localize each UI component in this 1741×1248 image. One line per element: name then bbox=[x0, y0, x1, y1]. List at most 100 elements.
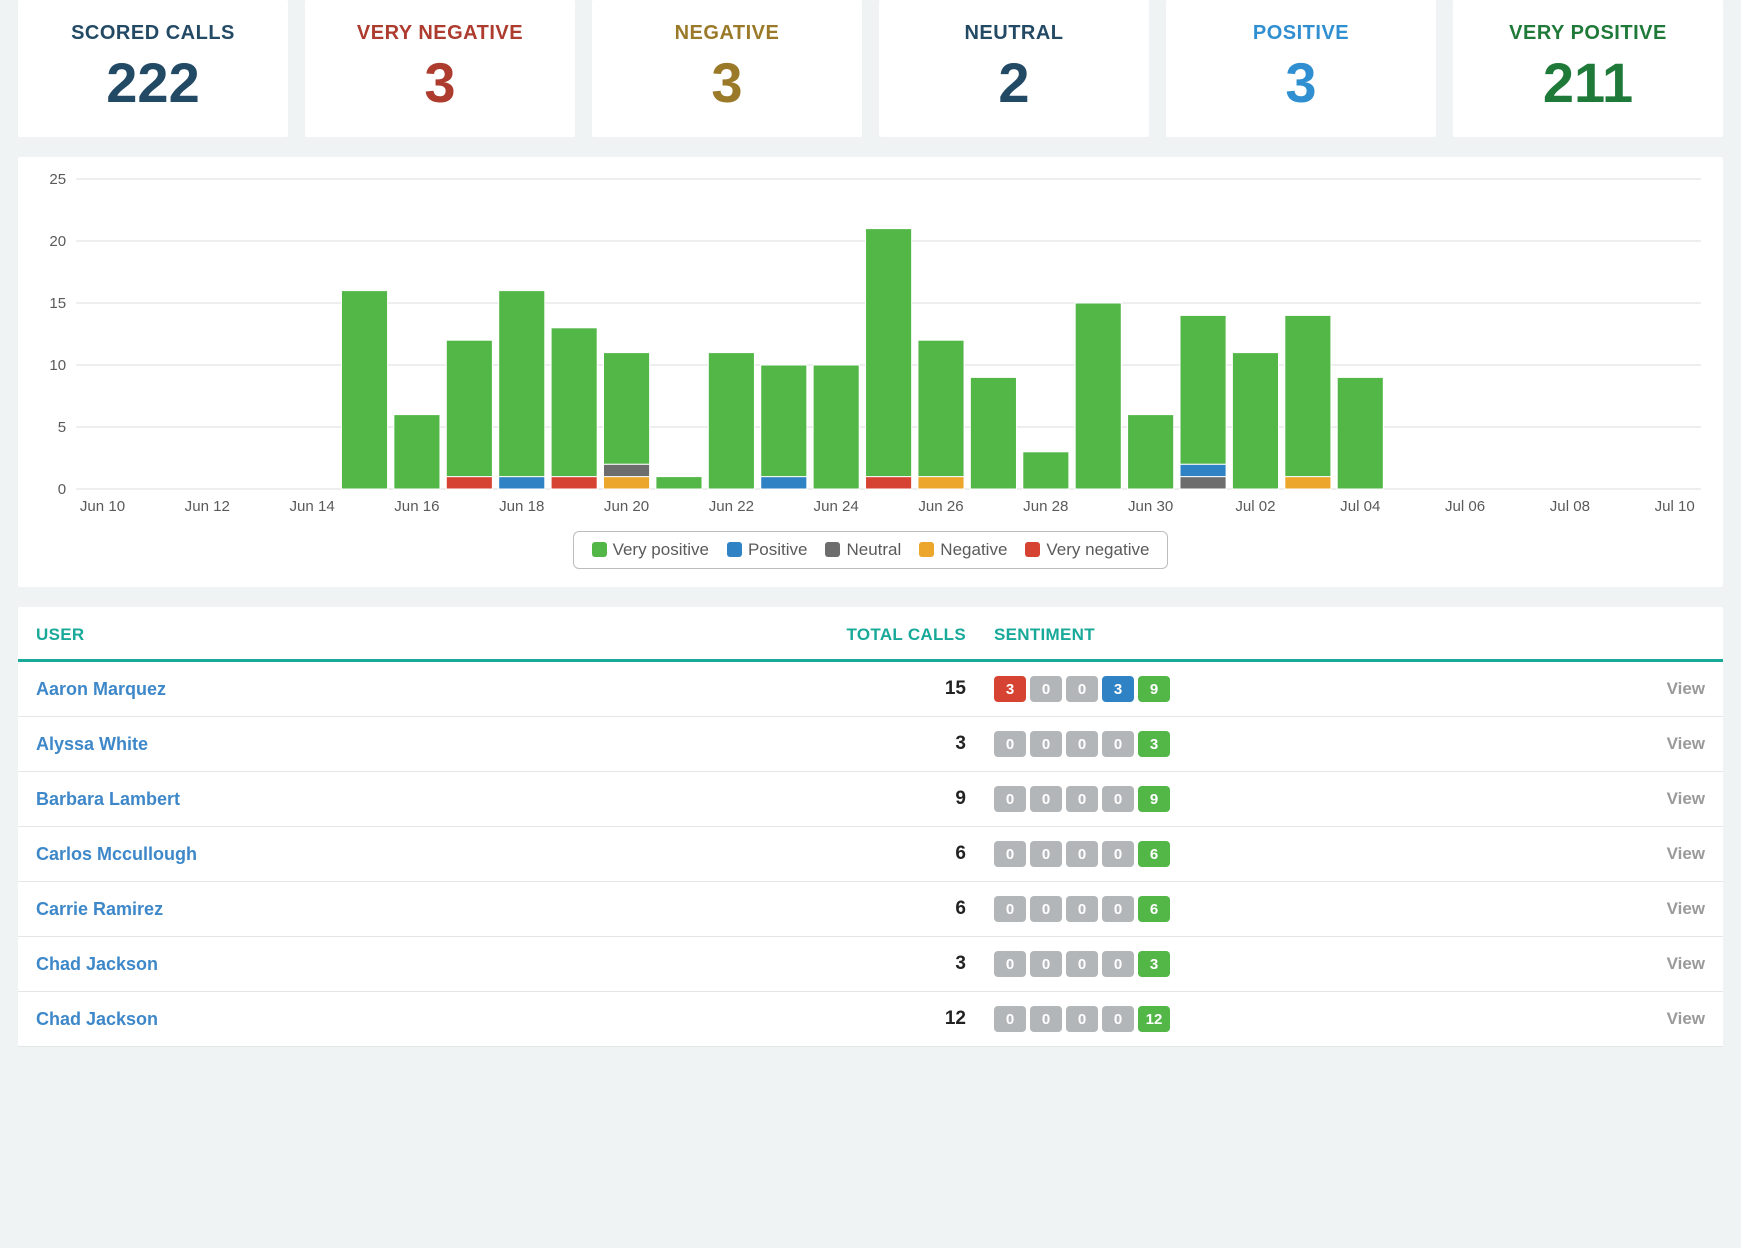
card-label: VERY POSITIVE bbox=[1463, 22, 1713, 45]
header-user[interactable]: USER bbox=[36, 625, 836, 645]
card-scored-calls: SCORED CALLS 222 bbox=[18, 0, 288, 137]
table-row: Carrie Ramirez600006View bbox=[18, 882, 1723, 937]
sentiment-badge-vp: 9 bbox=[1138, 676, 1170, 702]
svg-text:Jun 20: Jun 20 bbox=[604, 498, 649, 515]
table-row: Carlos Mccullough 600006View bbox=[18, 827, 1723, 882]
sentiment-badge-neu: 0 bbox=[1066, 896, 1098, 922]
svg-text:Jun 22: Jun 22 bbox=[709, 498, 754, 515]
cell-user: Aaron Marquez bbox=[36, 679, 836, 700]
sentiment-badge-vp: 3 bbox=[1138, 731, 1170, 757]
view-link[interactable]: View bbox=[1194, 1009, 1705, 1029]
legend-item-neutral[interactable]: Neutral bbox=[825, 540, 901, 560]
cell-total-calls: 9 bbox=[836, 788, 966, 810]
svg-text:5: 5 bbox=[58, 419, 66, 436]
card-value: 2 bbox=[889, 55, 1139, 111]
sentiment-badge-neu: 0 bbox=[1066, 731, 1098, 757]
svg-text:Jul 02: Jul 02 bbox=[1235, 498, 1275, 515]
user-link[interactable]: Carlos Mccullough bbox=[36, 844, 197, 864]
card-neutral: NEUTRAL 2 bbox=[879, 0, 1149, 137]
view-link[interactable]: View bbox=[1194, 679, 1705, 699]
cell-sentiment: 000012 bbox=[966, 1006, 1194, 1032]
sentiment-badge-pos: 0 bbox=[1102, 731, 1134, 757]
legend-swatch-icon bbox=[825, 542, 840, 557]
user-link[interactable]: Chad Jackson bbox=[36, 1009, 158, 1029]
sentiment-badge-pos: 3 bbox=[1102, 676, 1134, 702]
sentiment-badge-vp: 6 bbox=[1138, 841, 1170, 867]
sentiment-badge-pos: 0 bbox=[1102, 841, 1134, 867]
sentiment-badge-vn: 0 bbox=[994, 786, 1026, 812]
summary-cards: SCORED CALLS 222 VERY NEGATIVE 3 NEGATIV… bbox=[0, 0, 1741, 157]
cell-total-calls: 3 bbox=[836, 733, 966, 755]
view-link[interactable]: View bbox=[1194, 844, 1705, 864]
sentiment-badge-neu: 0 bbox=[1066, 1006, 1098, 1032]
user-link[interactable]: Alyssa White bbox=[36, 734, 148, 754]
user-link[interactable]: Barbara Lambert bbox=[36, 789, 180, 809]
cell-user: Barbara Lambert bbox=[36, 789, 836, 810]
sentiment-badge-neg: 0 bbox=[1030, 1006, 1062, 1032]
sentiment-badge-vn: 0 bbox=[994, 731, 1026, 757]
sentiment-badge-neu: 0 bbox=[1066, 951, 1098, 977]
svg-text:Jul 10: Jul 10 bbox=[1655, 498, 1695, 515]
cell-total-calls: 12 bbox=[836, 1008, 966, 1030]
cell-sentiment: 00006 bbox=[966, 841, 1194, 867]
cell-sentiment: 30039 bbox=[966, 676, 1194, 702]
svg-text:Jun 10: Jun 10 bbox=[80, 498, 125, 515]
svg-text:Jul 04: Jul 04 bbox=[1340, 498, 1380, 515]
sentiment-badge-vp: 12 bbox=[1138, 1006, 1170, 1032]
sentiment-badge-neu: 0 bbox=[1066, 786, 1098, 812]
legend-swatch-icon bbox=[1025, 542, 1040, 557]
cell-user: Carlos Mccullough bbox=[36, 844, 836, 865]
card-value: 211 bbox=[1463, 55, 1713, 111]
cell-sentiment: 00003 bbox=[966, 731, 1194, 757]
sentiment-badge-vn: 0 bbox=[994, 841, 1026, 867]
svg-text:20: 20 bbox=[49, 233, 66, 250]
sentiment-badge-vn: 0 bbox=[994, 951, 1026, 977]
user-link[interactable]: Chad Jackson bbox=[36, 954, 158, 974]
legend-item-very-positive[interactable]: Very positive bbox=[592, 540, 709, 560]
card-label: NEUTRAL bbox=[889, 22, 1139, 45]
card-very-positive: VERY POSITIVE 211 bbox=[1453, 0, 1723, 137]
svg-text:15: 15 bbox=[49, 295, 66, 312]
table-row: Alyssa White300003View bbox=[18, 717, 1723, 772]
header-total[interactable]: TOTAL CALLS bbox=[836, 625, 966, 645]
legend-item-negative[interactable]: Negative bbox=[919, 540, 1007, 560]
card-value: 3 bbox=[1176, 55, 1426, 111]
card-value: 3 bbox=[315, 55, 565, 111]
card-value: 222 bbox=[28, 55, 278, 111]
view-link[interactable]: View bbox=[1194, 789, 1705, 809]
sentiment-badge-vp: 3 bbox=[1138, 951, 1170, 977]
card-value: 3 bbox=[602, 55, 852, 111]
view-link[interactable]: View bbox=[1194, 734, 1705, 754]
table-header: USER TOTAL CALLS SENTIMENT bbox=[18, 607, 1723, 662]
sentiment-badge-pos: 0 bbox=[1102, 786, 1134, 812]
header-sentiment[interactable]: SENTIMENT bbox=[966, 625, 1194, 645]
sentiment-badge-neg: 0 bbox=[1030, 786, 1062, 812]
svg-text:Jun 28: Jun 28 bbox=[1023, 498, 1068, 515]
view-link[interactable]: View bbox=[1194, 899, 1705, 919]
users-table: USER TOTAL CALLS SENTIMENT Aaron Marquez… bbox=[18, 607, 1723, 1047]
legend-swatch-icon bbox=[919, 542, 934, 557]
cell-sentiment: 00009 bbox=[966, 786, 1194, 812]
legend-item-very-negative[interactable]: Very negative bbox=[1025, 540, 1149, 560]
legend-item-positive[interactable]: Positive bbox=[727, 540, 808, 560]
sentiment-badge-pos: 0 bbox=[1102, 1006, 1134, 1032]
sentiment-badge-neg: 0 bbox=[1030, 896, 1062, 922]
user-link[interactable]: Carrie Ramirez bbox=[36, 899, 163, 919]
svg-text:10: 10 bbox=[49, 357, 66, 374]
cell-user: Chad Jackson bbox=[36, 1009, 836, 1030]
svg-text:Jul 08: Jul 08 bbox=[1550, 498, 1590, 515]
legend-swatch-icon bbox=[592, 542, 607, 557]
card-label: VERY NEGATIVE bbox=[315, 22, 565, 45]
cell-user: Alyssa White bbox=[36, 734, 836, 755]
cell-total-calls: 6 bbox=[836, 898, 966, 920]
card-very-negative: VERY NEGATIVE 3 bbox=[305, 0, 575, 137]
svg-text:Jun 12: Jun 12 bbox=[185, 498, 230, 515]
legend-swatch-icon bbox=[727, 542, 742, 557]
sentiment-badge-vn: 0 bbox=[994, 1006, 1026, 1032]
sentiment-badge-neu: 0 bbox=[1066, 841, 1098, 867]
user-link[interactable]: Aaron Marquez bbox=[36, 679, 166, 699]
sentiment-badge-neg: 0 bbox=[1030, 731, 1062, 757]
cell-total-calls: 6 bbox=[836, 843, 966, 865]
sentiment-badge-vp: 9 bbox=[1138, 786, 1170, 812]
view-link[interactable]: View bbox=[1194, 954, 1705, 974]
